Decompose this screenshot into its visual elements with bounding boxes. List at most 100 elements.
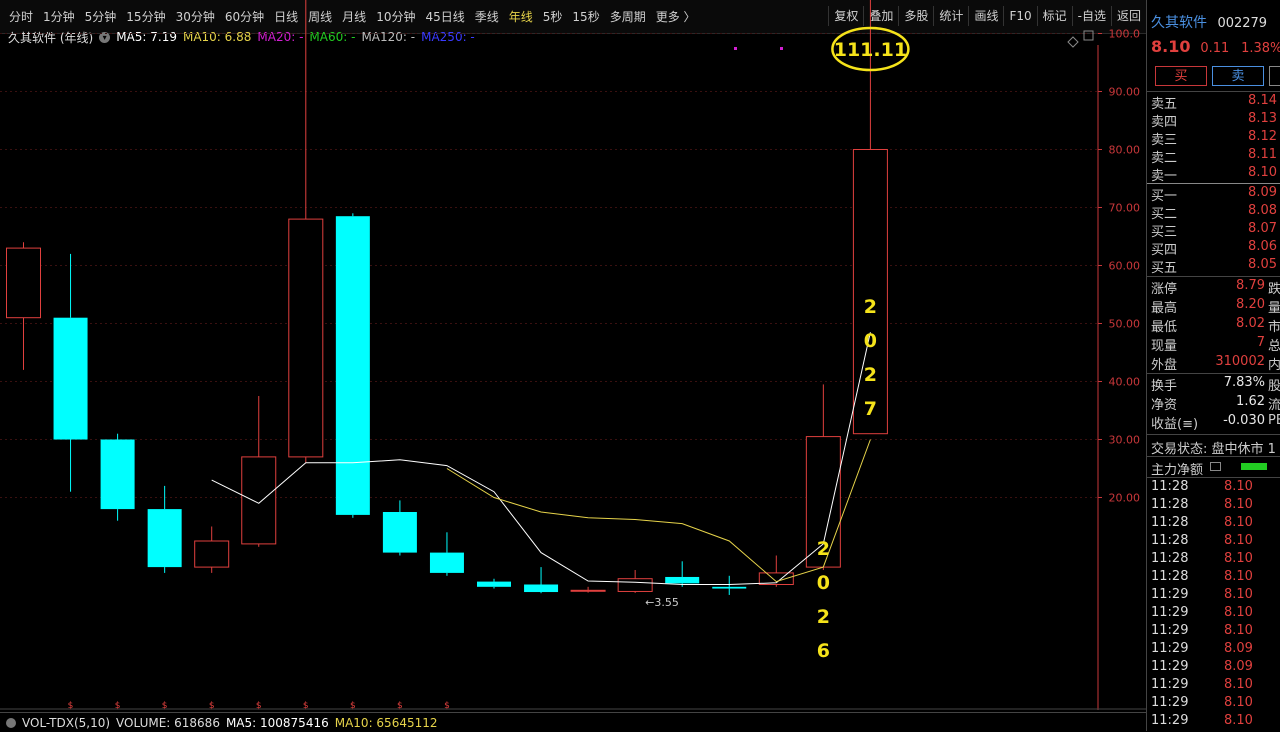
dividend-marker: $ [397, 701, 403, 711]
toolbar-button[interactable]: F10 [1003, 6, 1036, 26]
candle-body-down [429, 552, 464, 573]
sell-button[interactable]: 卖 [1212, 66, 1264, 86]
volume-ma10: MA10: 65645112 [334, 715, 438, 730]
period-tab[interactable]: 60分钟 [220, 9, 269, 25]
period-tab[interactable]: 年线 [504, 9, 538, 25]
period-tab[interactable]: 多周期 [605, 9, 651, 25]
flow-menu-icon[interactable] [1210, 462, 1221, 471]
period-tab[interactable]: 5分钟 [80, 9, 122, 25]
order-row[interactable]: 卖三 8.12 [1147, 129, 1280, 148]
toolbar-button[interactable]: 标记 [1036, 6, 1072, 26]
toolbar-button[interactable]: 复权 [828, 6, 863, 26]
period-tab[interactable]: 30分钟 [171, 9, 220, 25]
order-label: 买四 [1151, 243, 1178, 258]
tick-time: 11:29 [1151, 623, 1189, 638]
y-tick-label: 30.00 [1109, 434, 1141, 447]
ma10-legend: MA10: 6.88 [182, 30, 252, 44]
ma250-legend: MA250: - [421, 30, 475, 44]
order-row[interactable]: 买四 8.06 [1147, 239, 1280, 258]
order-label: 买三 [1151, 225, 1178, 240]
toolbar-button[interactable]: 叠加 [863, 6, 898, 26]
year-label-char: 0 [864, 330, 877, 352]
stat-label: 净资 [1151, 398, 1178, 413]
stat-extra-label: PE [1268, 413, 1280, 428]
candle-body-down [712, 586, 747, 589]
tick-time: 11:28 [1151, 551, 1189, 566]
period-tab[interactable]: 季线 [470, 9, 504, 25]
volume-settings-icon[interactable] [6, 717, 16, 728]
dividend-marker: $ [350, 701, 356, 711]
period-tab[interactable]: 更多 〉 [651, 9, 701, 25]
tick-row: 11:29 8.09 [1147, 641, 1280, 659]
y-tick-label: 70.00 [1109, 202, 1141, 215]
period-tab[interactable]: 15秒 [567, 9, 604, 25]
period-tab[interactable]: 周线 [303, 9, 337, 25]
diamond-icon[interactable] [1067, 36, 1079, 48]
dividend-marker: $ [303, 701, 309, 711]
tick-row: 11:29 8.10 [1147, 623, 1280, 641]
order-label: 卖一 [1151, 169, 1178, 184]
toolbar-button[interactable]: 返回 [1110, 6, 1146, 26]
toolbar-button[interactable]: 多股 [898, 6, 933, 26]
stat-extra-label: 跌 [1268, 282, 1280, 297]
toolbar-button[interactable]: 画线 [968, 6, 1003, 26]
order-row[interactable]: 买一 8.09 [1147, 185, 1280, 204]
stat-extra-label: 总 [1268, 339, 1280, 354]
stock-name: 久其软件 [1151, 15, 1207, 31]
tick-time: 11:29 [1151, 695, 1189, 710]
order-label: 买一 [1151, 189, 1178, 204]
toolbar-button[interactable]: -自选 [1071, 6, 1111, 26]
candle-body-down [665, 576, 700, 584]
order-row[interactable]: 卖一 8.10 [1147, 165, 1280, 184]
order-price: 8.14 [1248, 93, 1277, 108]
quote-panel: 久其软件 002279 8.10 0.11 1.38% 买 卖 卖五 8.14 卖四… [1146, 0, 1280, 731]
ma20-legend: MA20: - [257, 30, 304, 44]
period-tab[interactable]: 10分钟 [371, 9, 420, 25]
order-label: 卖五 [1151, 97, 1178, 112]
period-tab[interactable]: 5秒 [538, 9, 568, 25]
order-price: 8.09 [1248, 185, 1277, 200]
stat-value: 1.62 [1236, 394, 1265, 409]
period-tab[interactable]: 15分钟 [121, 9, 170, 25]
candlestick-chart[interactable]: 20.00 30.00 40.00 50.00 60.00 70.00 80.00 90.00… [0, 0, 1146, 711]
tick-price: 8.10 [1224, 695, 1253, 710]
order-row[interactable]: 买三 8.07 [1147, 221, 1280, 240]
candle-body-down [477, 581, 511, 587]
period-tab[interactable]: 分时 [4, 9, 38, 25]
divider [1147, 373, 1280, 374]
order-row[interactable]: 卖二 8.11 [1147, 147, 1280, 166]
order-price: 8.06 [1248, 239, 1277, 254]
order-row[interactable]: 买五 8.05 [1147, 257, 1280, 276]
tick-row: 11:29 8.10 [1147, 677, 1280, 695]
stat-value: 8.79 [1236, 278, 1265, 293]
period-tab[interactable]: 45日线 [420, 9, 469, 25]
tick-row: 11:28 8.10 [1147, 515, 1280, 533]
volume-indicator-bar: VOL-TDX(5,10) VOLUME: 618686 MA5: 100875… [0, 712, 1146, 732]
candle-body-down [147, 509, 182, 568]
ma120-legend: MA120: - [361, 30, 416, 44]
stat-value: 310002 [1215, 354, 1265, 369]
more-trade-button[interactable] [1269, 66, 1280, 86]
chart-title: 久其软件 (年线) [8, 30, 94, 45]
toolbar-right-buttons: 复权 叠加 多股 统计 画线 F10 标记 -自选 返回 [828, 6, 1146, 26]
buy-button[interactable]: 买 [1155, 66, 1207, 86]
volume-indicator-name: VOL-TDX(5,10) [22, 715, 111, 730]
period-tab[interactable]: 1分钟 [38, 9, 80, 25]
toolbar-button[interactable]: 统计 [933, 6, 968, 26]
period-tabs: 分时 1分钟 5分钟 15分钟 30分钟 60分钟 日线 周线 月线 10分钟 45日线 季线 年线 5秒… [4, 9, 701, 25]
order-row[interactable]: 卖五 8.14 [1147, 93, 1280, 112]
peak-value-label: 111.11 [834, 39, 907, 61]
stat-label: 涨停 [1151, 282, 1178, 297]
order-row[interactable]: 卖四 8.13 [1147, 111, 1280, 130]
period-tab[interactable]: 月线 [337, 9, 371, 25]
year-label-char: 2 [817, 538, 830, 560]
order-price: 8.12 [1248, 129, 1277, 144]
tick-price: 8.10 [1224, 623, 1253, 638]
tick-price: 8.10 [1224, 551, 1253, 566]
stat-row: 外盘 310002 内 [1147, 354, 1280, 373]
order-row[interactable]: 买二 8.08 [1147, 203, 1280, 222]
order-price: 8.11 [1248, 147, 1277, 162]
tick-row: 11:28 8.10 [1147, 569, 1280, 587]
stat-row: 净资 1.62 流 [1147, 394, 1280, 413]
period-tab[interactable]: 日线 [269, 9, 303, 25]
